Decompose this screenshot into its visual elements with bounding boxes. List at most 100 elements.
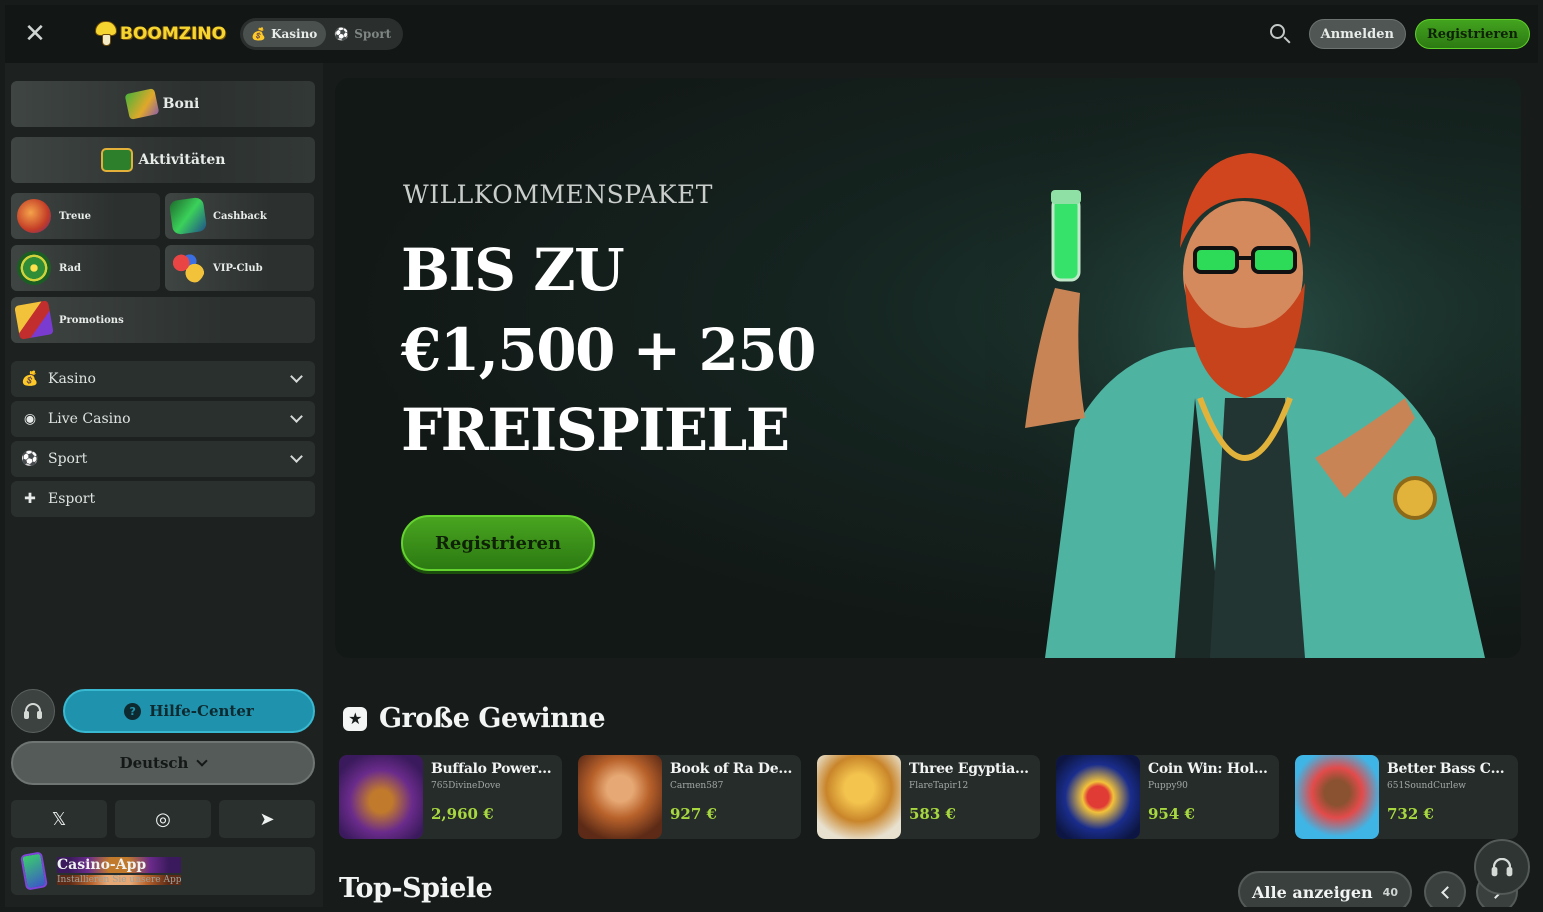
question-icon: ? xyxy=(124,702,142,720)
close-icon[interactable]: ✕ xyxy=(5,5,65,63)
support-chat-button[interactable] xyxy=(1474,839,1530,895)
hero-register-button[interactable]: Registrieren xyxy=(401,515,595,571)
language-label: Deutsch xyxy=(119,754,189,772)
money-bag-icon: 💰 xyxy=(21,371,39,387)
headset-icon xyxy=(24,703,42,719)
casino-app-subtitle: Installieren Sie unsere App xyxy=(57,875,182,885)
win-username: 651SoundCurlew xyxy=(1387,781,1467,791)
hero-line-3: FREISPIELE xyxy=(401,396,790,464)
sidebar-item-label: Sport xyxy=(48,451,88,467)
big-win-card[interactable]: Three Egyptian T... FlareTapir12 583 € xyxy=(817,755,1040,839)
help-center-button[interactable]: ? Hilfe-Center xyxy=(63,689,315,733)
sidebar-tile-rad[interactable]: Rad xyxy=(11,245,160,291)
game-thumbnail xyxy=(339,755,423,839)
hero-line-1: BIS ZU xyxy=(401,236,625,304)
search-icon[interactable] xyxy=(1268,22,1292,46)
casino-app-title: Casino-App xyxy=(57,857,182,873)
big-wins-list: Buffalo Power H... 765DivineDove 2,960 €… xyxy=(339,755,1518,839)
sidebar-aktivitaeten[interactable]: Aktivitäten xyxy=(11,137,315,183)
big-wins-title: Große Gewinne xyxy=(379,703,606,734)
promotions-icon xyxy=(14,300,54,340)
win-game-name: Coin Win: Hold T... xyxy=(1148,761,1272,777)
phone-icon xyxy=(20,851,48,891)
win-username: Carmen587 xyxy=(670,781,724,791)
sidebar-tile-label: Promotions xyxy=(59,314,124,326)
sidebar-tile-promotions[interactable]: Promotions xyxy=(11,297,315,343)
logo[interactable]: BOOMZINO xyxy=(95,21,226,47)
chevron-down-icon[interactable] xyxy=(290,370,303,383)
x-icon[interactable]: 𝕏 xyxy=(11,800,107,838)
view-all-button[interactable]: Alle anzeigen 40 xyxy=(1238,871,1412,907)
sidebar-tile-cashback[interactable]: Cashback xyxy=(165,193,314,239)
big-win-card[interactable]: Buffalo Power H... 765DivineDove 2,960 € xyxy=(339,755,562,839)
sidebar-item-kasino[interactable]: 💰 Kasino xyxy=(11,361,315,397)
view-all-label: Alle anzeigen xyxy=(1252,882,1373,902)
instagram-icon[interactable]: ◎ xyxy=(115,800,211,838)
game-thumbnail xyxy=(1295,755,1379,839)
win-amount: 732 € xyxy=(1387,805,1434,823)
support-headset-button[interactable] xyxy=(11,689,55,733)
hero-headline: BIS ZU €1,500 + 250 FREISPIELE xyxy=(401,230,817,470)
language-select[interactable]: Deutsch xyxy=(11,741,315,785)
sidebar-item-esport[interactable]: ✚ Esport xyxy=(11,481,315,517)
sidebar-aktivitaeten-label: Aktivitäten xyxy=(138,152,226,168)
telegram-icon[interactable]: ➤ xyxy=(219,800,315,838)
mode-sport[interactable]: ⚽ Sport xyxy=(326,21,400,47)
sidebar-item-sport[interactable]: ⚽ Sport xyxy=(11,441,315,477)
headset-icon xyxy=(1491,857,1513,877)
help-center-label: Hilfe-Center xyxy=(149,702,254,720)
gamepad-icon: ✚ xyxy=(24,491,36,507)
hero-character-illustration xyxy=(985,98,1515,658)
win-game-name: Better Bass Cash xyxy=(1387,761,1511,777)
big-win-card[interactable]: Better Bass Cash 651SoundCurlew 732 € xyxy=(1295,755,1518,839)
win-game-name: Three Egyptian T... xyxy=(909,761,1033,777)
loyalty-icon xyxy=(17,199,51,233)
chevron-down-icon[interactable] xyxy=(290,410,303,423)
win-amount: 927 € xyxy=(670,805,717,823)
top-games-heading: Top-Spiele xyxy=(339,873,493,904)
win-username: 765DivineDove xyxy=(431,781,501,791)
soccer-ball-icon: ⚽ xyxy=(21,451,39,467)
big-win-card[interactable]: Book of Ra Deluxe Carmen587 927 € xyxy=(578,755,801,839)
win-amount: 2,960 € xyxy=(431,805,494,823)
sidebar-tile-treue[interactable]: Treue xyxy=(11,193,160,239)
money-bag-icon: 💰 xyxy=(251,27,267,41)
logo-text: BOOMZINO xyxy=(120,24,227,44)
hero-kicker: WILLKOMMENSPAKET xyxy=(403,180,713,209)
sidebar-tile-vip-club[interactable]: VIP-Club xyxy=(165,245,314,291)
sidebar-boni[interactable]: Boni xyxy=(11,81,315,127)
mushroom-logo-icon xyxy=(95,21,117,47)
sidebar-item-live-casino[interactable]: ◉ Live Casino xyxy=(11,401,315,437)
sidebar-tile-label: VIP-Club xyxy=(213,262,263,274)
win-amount: 583 € xyxy=(909,805,956,823)
game-thumbnail xyxy=(1056,755,1140,839)
mode-sport-label: Sport xyxy=(354,27,392,41)
carousel-prev-button[interactable] xyxy=(1424,871,1466,907)
game-thumbnail xyxy=(817,755,901,839)
mode-kasino-label: Kasino xyxy=(271,27,318,41)
bonus-gift-icon xyxy=(124,88,160,120)
view-all-count: 40 xyxy=(1382,885,1398,899)
sidebar-item-label: Kasino xyxy=(48,371,96,387)
win-username: FlareTapir12 xyxy=(909,781,969,791)
win-username: Puppy90 xyxy=(1148,781,1188,791)
sidebar-item-label: Live Casino xyxy=(48,411,131,427)
chevron-left-icon xyxy=(1440,885,1454,899)
win-game-name: Book of Ra Deluxe xyxy=(670,761,794,777)
slot-machine-icon xyxy=(100,148,133,172)
big-win-card[interactable]: Coin Win: Hold T... Puppy90 954 € xyxy=(1056,755,1279,839)
casino-app-card[interactable]: Casino-App Installieren Sie unsere App xyxy=(11,847,315,895)
sidebar-tile-label: Treue xyxy=(59,210,91,222)
sidebar-boni-label: Boni xyxy=(162,96,200,112)
chevron-down-icon[interactable] xyxy=(290,450,303,463)
soccer-ball-icon: ⚽ xyxy=(334,27,350,41)
top-bar: ✕ BOOMZINO 💰 Kasino ⚽ Sport Anmelden Reg… xyxy=(5,5,1538,63)
star-icon: ★ xyxy=(343,706,367,731)
win-amount: 954 € xyxy=(1148,805,1195,823)
register-button[interactable]: Registrieren xyxy=(1414,19,1530,49)
vip-chips-icon xyxy=(171,251,205,285)
mode-kasino[interactable]: 💰 Kasino xyxy=(243,21,327,47)
cashback-icon xyxy=(168,196,208,236)
login-button[interactable]: Anmelden xyxy=(1308,19,1406,49)
live-broadcast-icon: ◉ xyxy=(23,411,37,427)
